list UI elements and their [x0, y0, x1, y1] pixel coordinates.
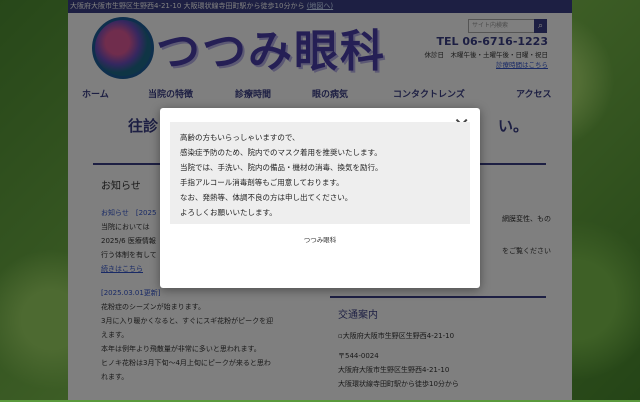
modal-message-line: 当院では、手洗い、院内の備品・機材の消毒、換気を励行。	[180, 163, 383, 172]
modal-footer-clinic-name: つつみ眼科	[303, 236, 337, 244]
modal-message-line: なお、発熱等、体調不良の方は申し出てください。	[180, 193, 353, 202]
modal-message-line: 感染症予防のため、院内でのマスク着用を推奨いたします。	[180, 148, 382, 157]
modal-message-line: 手指アルコール消毒剤等もご用意しております。	[180, 178, 344, 187]
modal-message-box: 高齢の方もいらっしゃいますので、 感染症予防のため、院内でのマスク着用を推奨いた…	[170, 122, 470, 224]
modal-message-line: 高齢の方もいらっしゃいますので、	[180, 133, 300, 142]
notice-modal: ✕ 高齢の方もいらっしゃいますので、 感染症予防のため、院内でのマスク着用を推奨…	[160, 108, 480, 288]
modal-message-line: よろしくお願いいたします。	[180, 208, 277, 217]
